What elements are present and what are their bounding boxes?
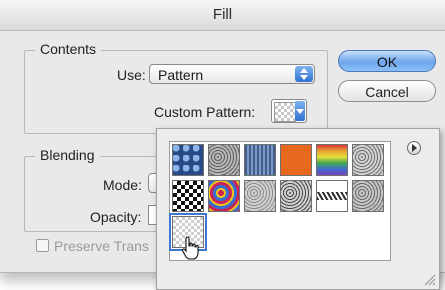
use-label: Use:: [117, 67, 146, 83]
pattern-swatch-grain[interactable]: [244, 180, 276, 212]
custom-pattern-label: Custom Pattern:: [154, 104, 256, 120]
pattern-swatch-crumpled[interactable]: [352, 144, 384, 176]
pattern-swatch-gravel[interactable]: [208, 144, 240, 176]
pattern-swatch-rainbow[interactable]: [316, 144, 348, 176]
pattern-swatch-bubbles[interactable]: [172, 144, 204, 176]
pattern-preview: [274, 102, 296, 122]
pattern-swatch-granite[interactable]: [352, 180, 384, 212]
opacity-label: Opacity:: [90, 209, 142, 225]
contents-group-label: Contents: [35, 41, 102, 57]
pattern-picker-panel: [156, 128, 440, 290]
use-popup[interactable]: Pattern: [149, 64, 315, 84]
blending-group-label: Blending: [35, 147, 100, 163]
pattern-grid: [169, 141, 391, 261]
hand-cursor-icon: [181, 236, 199, 260]
pattern-swatch-black-checker[interactable]: [172, 180, 204, 212]
ok-button[interactable]: OK: [338, 50, 436, 72]
pattern-swatch-rope[interactable]: [316, 180, 348, 212]
window-title: Fill: [0, 0, 445, 31]
custom-pattern-picker[interactable]: [271, 99, 307, 123]
pattern-swatch-orange[interactable]: [280, 144, 312, 176]
preserve-transparency-checkbox[interactable]: [36, 239, 49, 252]
mode-label: Mode:: [103, 177, 142, 193]
cancel-button[interactable]: Cancel: [338, 80, 436, 102]
pattern-swatch-blue-weave[interactable]: [244, 144, 276, 176]
preserve-transparency-label: Preserve Trans: [54, 238, 149, 254]
pattern-swatch-speckle[interactable]: [280, 180, 312, 212]
use-popup-value: Pattern: [158, 67, 204, 83]
resize-grip-icon[interactable]: [424, 274, 436, 286]
circle-arrow-right-icon[interactable]: [407, 141, 421, 155]
popup-arrows-icon: [295, 66, 313, 82]
chevron-down-icon: [295, 101, 305, 121]
pattern-swatch-tie-dye[interactable]: [208, 180, 240, 212]
